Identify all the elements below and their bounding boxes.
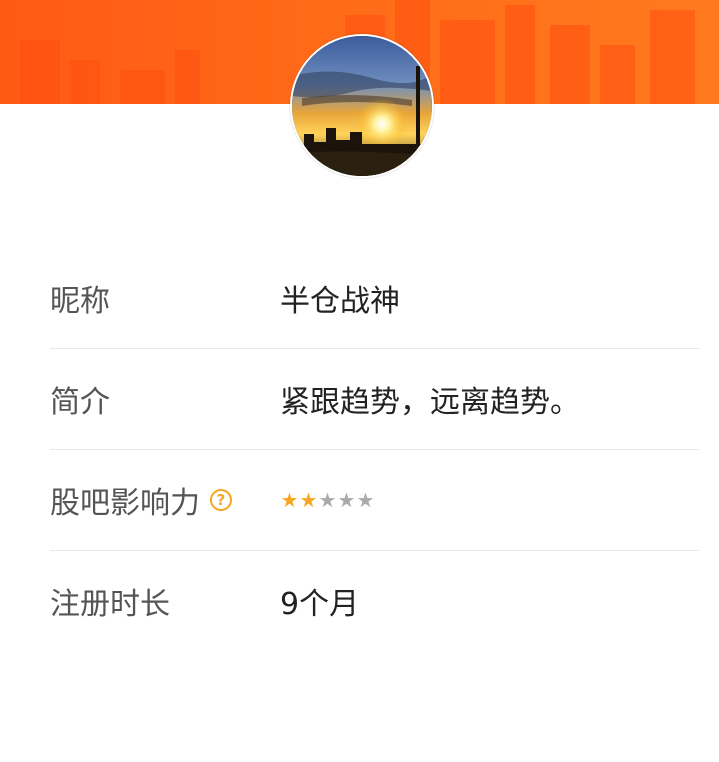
profile-info-list: 昵称 半仓战神 简介 紧跟趋势，远离趋势。 股吧影响力 ? ★ ★ ★ ★ ★ 注册时长… [50,248,699,651]
sunset-city-avatar-icon [292,36,432,176]
nickname-label: 昵称 [50,284,110,319]
registration-duration-label: 注册时长 [50,587,170,622]
star-filled-icon: ★ [280,488,299,512]
registration-duration-value: 9个月 [280,587,360,622]
bio-label: 简介 [50,385,110,420]
star-filled-icon: ★ [299,488,318,512]
bio-row: 简介 紧跟趋势，远离趋势。 [50,349,699,450]
influence-label-group: 股吧影响力 ? [50,478,232,522]
help-icon[interactable]: ? [210,489,232,511]
star-rating: ★ ★ ★ ★ ★ [280,488,375,512]
star-empty-icon: ★ [356,488,375,512]
influence-rating: ★ ★ ★ ★ ★ [280,488,375,512]
avatar[interactable] [290,34,434,178]
star-empty-icon: ★ [337,488,356,512]
registration-duration-row: 注册时长 9个月 [50,551,699,651]
star-empty-icon: ★ [318,488,337,512]
nickname-row: 昵称 半仓战神 [50,248,699,349]
bio-value: 紧跟趋势，远离趋势。 [280,385,580,420]
nickname-value: 半仓战神 [280,284,400,319]
influence-label: 股吧影响力 [50,486,200,521]
influence-row: 股吧影响力 ? ★ ★ ★ ★ ★ [50,450,699,551]
